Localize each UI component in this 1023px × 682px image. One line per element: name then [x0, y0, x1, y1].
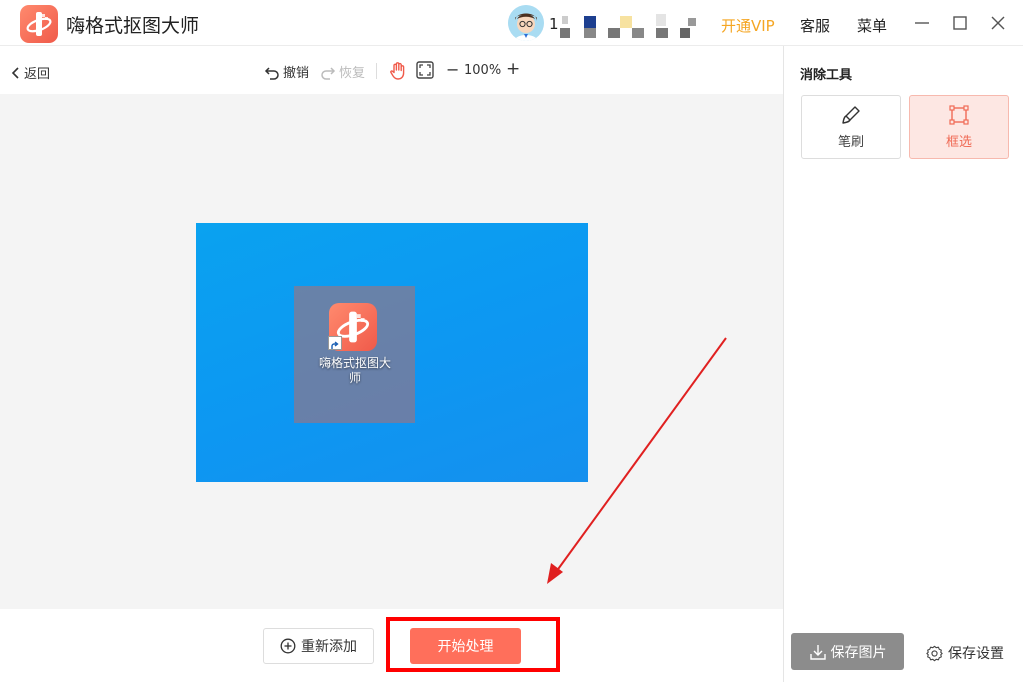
hand-tool-icon[interactable] — [388, 61, 408, 81]
zoom-out-button[interactable]: − — [446, 60, 459, 79]
title-bar: 嗨格式抠图大师 1 开通VIP 客服 菜单 — [0, 0, 1023, 46]
box-select-tool-label: 框选 — [945, 134, 972, 150]
redo-icon — [321, 66, 336, 80]
redo-label: 恢复 — [339, 66, 366, 81]
maximize-icon[interactable] — [949, 12, 971, 34]
gear-icon — [926, 645, 943, 661]
save-image-label: 保存图片 — [830, 644, 887, 661]
app-logo-icon — [20, 5, 58, 43]
save-settings-label: 保存设置 — [948, 646, 1004, 662]
close-icon[interactable] — [987, 12, 1009, 34]
highlight-box-annotation — [386, 617, 560, 672]
bottom-action-bar: 重新添加 开始处理 — [0, 609, 783, 682]
panel-title: 消除工具 — [800, 68, 853, 83]
box-select-icon — [949, 104, 969, 125]
username-mosaic — [558, 12, 698, 42]
customer-service-link[interactable]: 客服 — [800, 15, 830, 36]
re-add-label: 重新添加 — [301, 639, 357, 655]
plus-circle-icon — [280, 638, 296, 654]
menu-link[interactable]: 菜单 — [857, 15, 887, 36]
re-add-button[interactable]: 重新添加 — [263, 628, 374, 664]
save-settings-button[interactable]: 保存设置 — [926, 643, 1004, 663]
box-select-tool-button[interactable]: 框选 — [909, 95, 1009, 159]
zoom-level: 100% — [464, 63, 502, 78]
chevron-left-icon — [11, 66, 19, 79]
image-preview[interactable]: 嗨格式抠图大师 — [196, 223, 588, 482]
brush-tool-button[interactable]: 笔刷 — [801, 95, 901, 159]
toolbar-divider — [376, 63, 377, 79]
brush-tool-label: 笔刷 — [837, 134, 864, 150]
open-vip-link[interactable]: 开通VIP — [721, 15, 775, 36]
undo-label: 撤销 — [283, 66, 310, 81]
back-button[interactable]: 返回 — [10, 63, 50, 82]
zoom-in-button[interactable]: + — [506, 59, 520, 79]
erase-selection-box[interactable]: 嗨格式抠图大师 — [294, 286, 415, 423]
erase-tools-panel: 消除工具 笔刷 框选 保存图片 保存设置 — [783, 46, 1023, 682]
save-image-button[interactable]: 保存图片 — [791, 633, 904, 670]
editor-toolbar: 返回 撤销 恢复 − 100% + — [0, 46, 783, 94]
brush-icon — [842, 105, 860, 124]
undo-icon — [264, 66, 279, 80]
download-icon — [809, 644, 826, 660]
app-title: 嗨格式抠图大师 — [66, 15, 200, 37]
undo-button[interactable]: 撤销 — [264, 62, 309, 81]
redo-button[interactable]: 恢复 — [320, 62, 365, 81]
editor-canvas[interactable]: 嗨格式抠图大师 — [0, 94, 783, 609]
fit-screen-icon[interactable] — [416, 61, 434, 79]
back-label: 返回 — [24, 67, 51, 82]
shortcut-arrow-icon — [328, 336, 342, 350]
desktop-icon-label: 嗨格式抠图大师 — [318, 356, 391, 385]
minimize-icon[interactable] — [911, 12, 933, 34]
user-avatar[interactable] — [508, 5, 544, 41]
